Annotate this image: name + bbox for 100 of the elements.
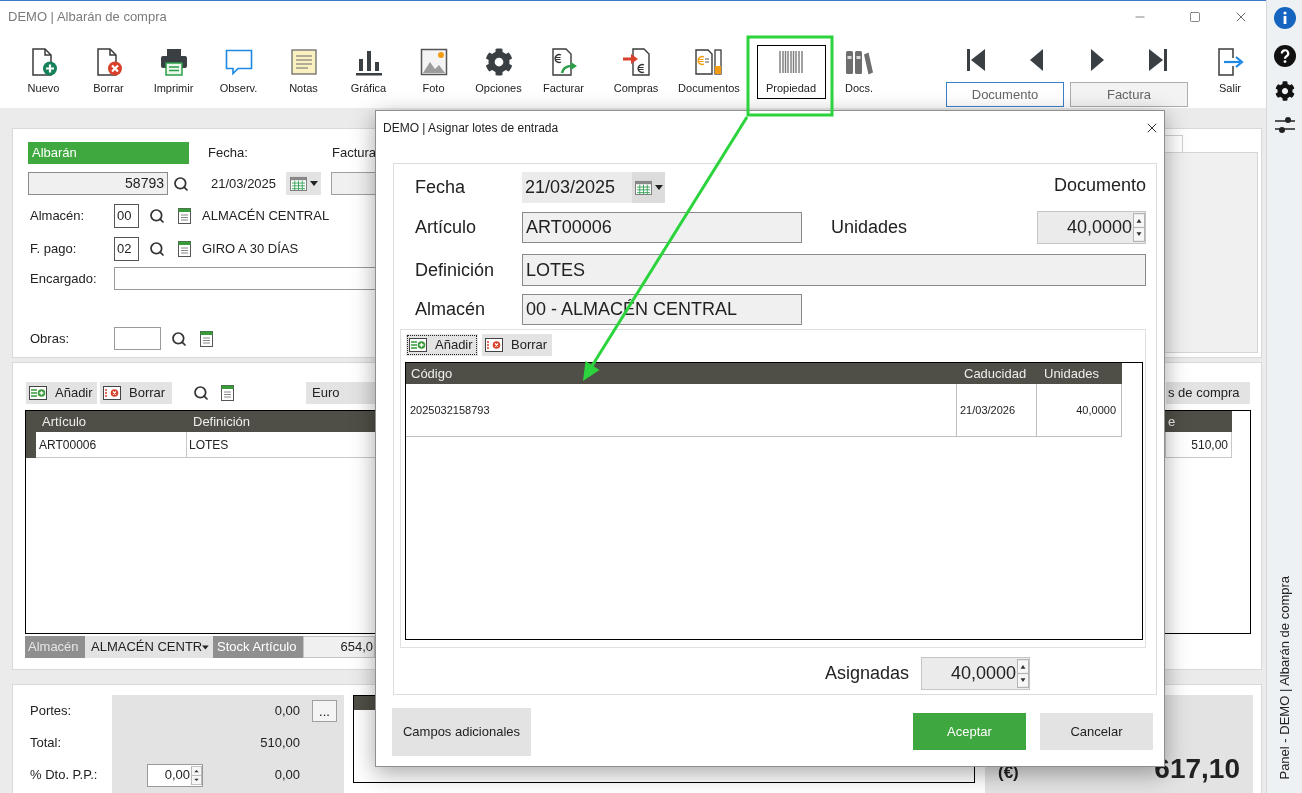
dialog-title: DEMO | Asignar lotes de entrada bbox=[383, 120, 559, 137]
picture-icon bbox=[419, 48, 448, 76]
settings-icon[interactable] bbox=[1274, 81, 1295, 101]
field-label: Almacén bbox=[415, 298, 487, 321]
assigned-units-field[interactable]: 40,0000 bbox=[921, 657, 1030, 690]
article-field[interactable]: ART00006 bbox=[522, 212, 802, 243]
document-tube-icon bbox=[695, 48, 723, 76]
search-icon[interactable] bbox=[149, 208, 165, 224]
toolbar-button[interactable]: Foto bbox=[401, 45, 466, 99]
toolbar-button[interactable]: Imprimir bbox=[141, 45, 206, 99]
note-icon bbox=[289, 48, 318, 76]
definition-field[interactable]: LOTES bbox=[522, 254, 1146, 286]
delete-document-icon bbox=[94, 48, 123, 76]
field-label: Fecha: bbox=[208, 144, 249, 163]
sheet-icon[interactable] bbox=[200, 330, 213, 347]
field-label: Factura bbox=[332, 144, 377, 163]
field-label: Total: bbox=[30, 734, 62, 753]
footer-label: Stock Artículo bbox=[213, 636, 303, 658]
column-header: e bbox=[1166, 411, 1232, 432]
units-field[interactable]: 40,0000 bbox=[1037, 211, 1146, 244]
document-number-field[interactable]: 58793 bbox=[28, 172, 168, 195]
toolbar-button[interactable]: Docs. bbox=[840, 45, 878, 99]
toolbar-button[interactable]: Nuevo bbox=[11, 45, 76, 99]
printer-icon bbox=[159, 48, 188, 76]
search-icon[interactable] bbox=[171, 330, 187, 347]
discount-field[interactable]: 0,00 bbox=[147, 763, 203, 787]
new-document-icon bbox=[29, 48, 58, 76]
date-field[interactable]: 21/03/2025 bbox=[522, 172, 632, 203]
code-field[interactable]: 02 bbox=[114, 237, 139, 261]
date-picker-button[interactable] bbox=[286, 172, 321, 195]
toolbar-button[interactable]: Compras bbox=[601, 45, 671, 99]
search-icon[interactable] bbox=[193, 385, 209, 401]
toolbar-button[interactable]: Notas bbox=[271, 45, 336, 99]
toolbar-button[interactable]: Borrar bbox=[76, 45, 141, 99]
gear-icon bbox=[484, 48, 513, 76]
add-button[interactable]: Añadir bbox=[406, 334, 478, 356]
calendar-icon bbox=[634, 180, 652, 195]
field-label: F. pago: bbox=[29, 240, 78, 259]
toolbar-button[interactable]: Documentos bbox=[676, 45, 742, 99]
delete-button[interactable]: Borrar bbox=[482, 334, 552, 356]
skip-last-icon[interactable] bbox=[1147, 48, 1168, 72]
exit-button[interactable]: Salir bbox=[1200, 45, 1260, 99]
table-cell: 21/03/2026 bbox=[957, 384, 1037, 437]
toolbar-button[interactable]: Gráfica bbox=[336, 45, 401, 99]
document-arrow-icon bbox=[622, 48, 650, 76]
dialog-button[interactable]: Campos adicionales bbox=[392, 708, 531, 756]
tab[interactable]: Factura bbox=[1070, 82, 1188, 107]
date-picker-button[interactable] bbox=[632, 172, 665, 203]
invoice-arrow-icon bbox=[549, 48, 578, 76]
toolbar-button[interactable]: s de compra bbox=[1166, 382, 1250, 404]
add-button[interactable]: Añadir bbox=[26, 382, 97, 404]
sheet-icon[interactable] bbox=[178, 241, 191, 257]
grid-remove-icon bbox=[485, 338, 503, 352]
freight-value: 0,00 bbox=[274, 702, 300, 721]
calendar-icon bbox=[289, 176, 307, 191]
maximize-icon[interactable] bbox=[1189, 10, 1201, 23]
more-button[interactable]: ... bbox=[312, 700, 337, 722]
column-header: Caducidad bbox=[957, 363, 1037, 384]
discount-value: 0,00 bbox=[274, 766, 300, 785]
spin-arrows-icon[interactable] bbox=[1133, 213, 1145, 242]
sliders-icon[interactable] bbox=[1274, 116, 1295, 134]
spin-arrows-icon[interactable] bbox=[191, 765, 202, 785]
lookup-value: GIRO A 30 DÍAS bbox=[202, 240, 299, 259]
skip-first-icon[interactable] bbox=[966, 48, 987, 72]
search-icon[interactable] bbox=[173, 175, 189, 192]
sheet-icon[interactable] bbox=[221, 385, 234, 401]
caret-icon bbox=[202, 644, 209, 650]
table-cell: 2025032158793 bbox=[406, 384, 957, 437]
tab[interactable]: Documento bbox=[946, 82, 1064, 107]
search-icon[interactable] bbox=[149, 241, 165, 257]
grid-add-icon bbox=[29, 386, 47, 400]
toolbar-button[interactable]: Opciones bbox=[466, 45, 531, 99]
field-label: Obras: bbox=[29, 329, 70, 348]
caret-icon bbox=[654, 185, 663, 190]
grid-add-icon bbox=[409, 338, 427, 352]
dialog-button[interactable]: Cancelar bbox=[1040, 713, 1153, 750]
bar-chart-icon bbox=[354, 48, 383, 76]
table-cell: ART00006 bbox=[36, 432, 187, 458]
field-label: Encargado: bbox=[29, 269, 98, 288]
help-icon[interactable] bbox=[1273, 45, 1296, 67]
toolbar-button[interactable]: Facturar bbox=[531, 45, 596, 99]
column-header: Unidades bbox=[1037, 363, 1122, 384]
barcode-icon bbox=[777, 48, 805, 76]
stock-field[interactable]: 654,0 bbox=[303, 636, 375, 658]
total-value: 510,00 bbox=[260, 734, 300, 753]
works-field[interactable] bbox=[114, 327, 161, 350]
toolbar-button[interactable]: Propiedad bbox=[756, 45, 826, 99]
caret-icon bbox=[309, 181, 318, 186]
warehouse-dropdown[interactable]: ALMACÉN CENTR bbox=[85, 636, 213, 658]
exit-door-icon bbox=[1216, 48, 1244, 76]
section-label: Albarán bbox=[28, 142, 189, 164]
code-field[interactable]: 00 bbox=[114, 204, 139, 228]
column-header: Código bbox=[406, 363, 957, 384]
spin-arrows-icon[interactable] bbox=[1017, 659, 1029, 688]
field-label: Artículo bbox=[415, 216, 478, 239]
delete-button[interactable]: Borrar bbox=[100, 382, 172, 404]
toolbar-button[interactable]: Observ. bbox=[206, 45, 271, 99]
info-icon[interactable] bbox=[1273, 7, 1296, 29]
sheet-icon[interactable] bbox=[178, 208, 191, 224]
panel-caption: Panel - DEMO | Albarán de compra bbox=[1275, 576, 1293, 780]
